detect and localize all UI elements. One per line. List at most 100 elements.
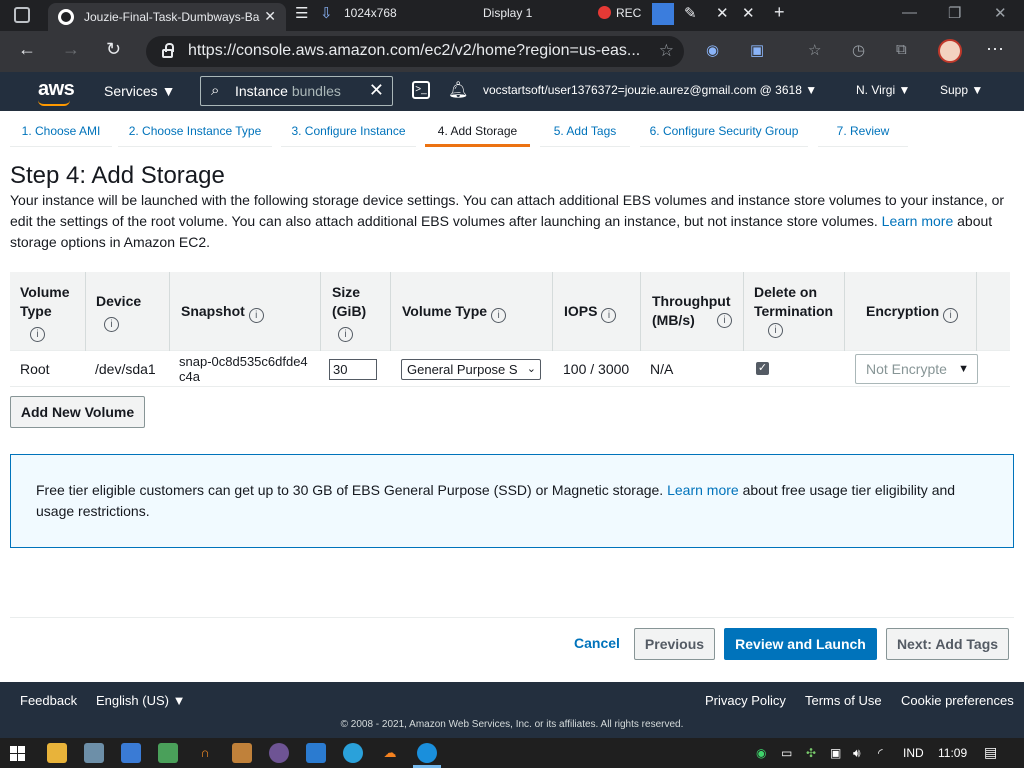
services-menu[interactable]: Services ▼ <box>104 83 175 99</box>
reload-icon[interactable]: ↻ <box>106 39 121 60</box>
cell-snapshot: snap-0c8d535c6dfde4c4a <box>179 354 308 384</box>
language-select[interactable]: English (US) ▼ <box>96 693 185 708</box>
size-input[interactable]: 30 <box>329 359 377 380</box>
step-add-tags[interactable]: 5. Add Tags <box>540 111 630 147</box>
record-icon[interactable] <box>598 6 611 19</box>
step-configure-instance[interactable]: 3. Configure Instance <box>281 111 416 147</box>
telegram-icon[interactable] <box>343 743 363 763</box>
wifi-icon[interactable]: ◜ <box>878 746 883 760</box>
header-delete-on-termination: Delete on Termination i <box>743 272 844 351</box>
vscode-icon[interactable] <box>306 743 326 763</box>
app-icon[interactable]: ∩ <box>195 743 215 763</box>
aws-logo[interactable]: aws <box>38 78 75 101</box>
previous-button[interactable]: Previous <box>634 628 715 660</box>
privacy-policy-link[interactable]: Privacy Policy <box>705 693 786 708</box>
notification-icon[interactable]: ▤ <box>984 744 997 761</box>
cancel-button[interactable]: Cancel <box>566 628 628 660</box>
tray-green-icon[interactable]: ✣ <box>806 746 816 760</box>
close-icon[interactable]: ✕ <box>742 4 755 22</box>
edge-icon[interactable] <box>417 743 437 763</box>
chevron-down-icon: ⌄ <box>526 363 536 375</box>
display-label: Display 1 <box>483 6 533 20</box>
cloudshell-icon[interactable]: >_ <box>412 81 430 99</box>
tab-actions-icon[interactable] <box>14 7 30 23</box>
favorite-star-icon[interactable]: ☆ <box>659 41 674 61</box>
favorites-icon[interactable]: ☆ <box>808 41 821 59</box>
extension-record-icon[interactable]: ▣ <box>750 41 764 59</box>
git-icon[interactable] <box>232 743 252 763</box>
search-input[interactable]: ⌕ Instance bundles ✕ <box>200 76 393 106</box>
resolution-label: 1024x768 <box>344 6 397 20</box>
bell-icon[interactable]: 🔔︎ <box>448 80 468 100</box>
clear-search-icon[interactable]: ✕ <box>369 80 384 101</box>
info-icon[interactable]: i <box>248 308 264 323</box>
cloud-icon[interactable]: ☁ <box>380 743 400 763</box>
browser-tab[interactable]: Jouzie-Final-Task-Dumbways-Ba ✕ <box>48 3 286 31</box>
support-menu[interactable]: Supp ▼ <box>940 83 983 97</box>
clock[interactable]: 11:09 <box>938 746 967 760</box>
camera-icon[interactable] <box>652 3 674 25</box>
header-volume-type-select-label: Volume Type <box>402 303 488 319</box>
info-icon[interactable]: i <box>338 327 353 342</box>
add-new-volume-button[interactable]: Add New Volume <box>10 396 145 428</box>
step-add-storage[interactable]: 4. Add Storage <box>425 111 530 147</box>
forward-icon[interactable]: → <box>62 39 80 60</box>
restore-icon[interactable]: ❐ <box>948 4 961 22</box>
info-icon[interactable]: i <box>768 323 783 338</box>
collections-icon[interactable]: ⧉ <box>896 41 907 58</box>
extension-search-icon[interactable]: ◉ <box>706 41 719 59</box>
volume-icon[interactable]: 🔊︎ <box>853 746 861 761</box>
info-icon[interactable]: i <box>717 313 732 328</box>
encryption-select[interactable]: Not Encrypte ▼ <box>855 354 978 384</box>
tray-app-icon[interactable]: ◉ <box>756 746 766 760</box>
step-review[interactable]: 7. Review <box>818 111 908 147</box>
back-icon[interactable]: ← <box>18 39 36 60</box>
close-toolbar-icon[interactable]: ✕ <box>716 4 729 22</box>
header-size-label: Size (GiB) <box>332 284 367 319</box>
header-size: Size (GiB) i <box>320 272 390 351</box>
next-add-tags-button[interactable]: Next: Add Tags <box>886 628 1009 660</box>
header-device: Device i <box>85 272 169 351</box>
more-menu-icon[interactable]: ⋯ <box>986 39 1004 60</box>
close-tab-icon[interactable]: ✕ <box>264 8 276 25</box>
app-icon[interactable] <box>158 743 178 763</box>
pen-icon[interactable]: ✎ <box>684 4 697 22</box>
delete-on-termination-checkbox[interactable]: ✓ <box>756 362 769 375</box>
info-icon[interactable]: i <box>104 317 119 332</box>
url-field[interactable]: https://console.aws.amazon.com/ec2/v2/ho… <box>146 36 684 67</box>
info-icon[interactable]: i <box>943 308 959 323</box>
app-icon[interactable] <box>84 743 104 763</box>
window-close-icon[interactable]: ✕ <box>994 4 1007 22</box>
step-configure-security-group[interactable]: 6. Configure Security Group <box>640 111 808 147</box>
step-choose-ami[interactable]: 1. Choose AMI <box>10 111 112 147</box>
info-icon[interactable]: i <box>30 327 45 342</box>
account-menu[interactable]: vocstartsoft/user1376372=jouzie.aurez@gm… <box>483 83 817 97</box>
header-delete-on-termination-label: Delete on Termination <box>754 284 834 319</box>
file-explorer-icon[interactable] <box>47 743 67 763</box>
github-desktop-icon[interactable] <box>269 743 289 763</box>
minimize-icon[interactable]: — <box>902 4 917 21</box>
step-choose-instance-type[interactable]: 2. Choose Instance Type <box>118 111 272 147</box>
info-learn-more-link[interactable]: Learn more <box>667 482 739 498</box>
network-icon[interactable]: ▣ <box>830 746 841 760</box>
volume-type-select[interactable]: General Purpose S ⌄ <box>401 359 541 380</box>
new-tab-icon[interactable]: + <box>774 2 785 23</box>
info-icon[interactable]: i <box>491 308 507 323</box>
volume-type-value: General Purpose S <box>407 362 518 377</box>
pin-icon[interactable]: ⇩ <box>320 4 333 22</box>
app-icon[interactable] <box>121 743 141 763</box>
cookie-preferences-link[interactable]: Cookie preferences <box>901 693 1014 708</box>
history-icon[interactable]: ◷ <box>852 41 865 59</box>
info-icon[interactable]: i <box>601 308 617 323</box>
language-indicator[interactable]: IND <box>903 746 924 760</box>
lock-icon <box>162 43 174 58</box>
profile-avatar[interactable] <box>938 39 962 63</box>
learn-more-link[interactable]: Learn more <box>882 213 954 229</box>
windows-start-icon[interactable] <box>10 746 25 761</box>
header-throughput: Throughput (MB/s) i <box>640 272 743 351</box>
hamburger-icon[interactable]: ☰ <box>295 4 308 22</box>
review-and-launch-button[interactable]: Review and Launch <box>724 628 877 660</box>
region-menu[interactable]: N. Virgi ▼ <box>856 83 910 97</box>
terms-of-use-link[interactable]: Terms of Use <box>805 693 882 708</box>
feedback-link[interactable]: Feedback <box>20 693 77 708</box>
